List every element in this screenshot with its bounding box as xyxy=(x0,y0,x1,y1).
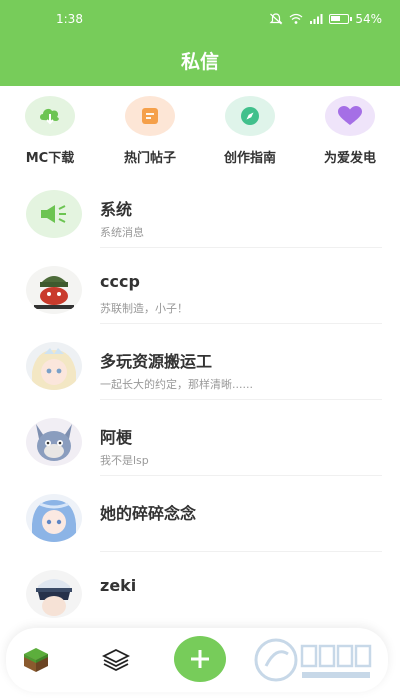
contact-name: cccp xyxy=(100,272,140,291)
message-preview: 我不是lsp xyxy=(100,454,149,467)
status-time: 1:38 xyxy=(56,12,83,26)
shortcut-hot-posts[interactable]: 热门帖子 xyxy=(110,96,190,166)
contact-name: 阿梗 xyxy=(100,428,133,447)
watermark-logo xyxy=(254,638,372,682)
mute-icon xyxy=(269,13,283,25)
shortcut-creation-guide[interactable]: 创作指南 xyxy=(210,96,290,166)
add-button[interactable] xyxy=(174,636,226,682)
shortcut-donate[interactable]: 为爱发电 xyxy=(310,96,390,166)
contact-name: zeki xyxy=(100,576,137,595)
cloud-download-icon xyxy=(25,96,75,136)
message-preview: 系统消息 xyxy=(100,226,144,239)
grass-block-icon[interactable] xyxy=(18,642,54,678)
list-item[interactable]: 阿梗 我不是lsp xyxy=(0,400,400,476)
message-list: 系统 系统消息 cccp 苏联制造，小子！ 多玩资源搬运工 一起长大的约定，那样… xyxy=(0,172,400,628)
list-item[interactable]: cccp 苏联制造，小子！ xyxy=(0,248,400,324)
avatar xyxy=(26,266,82,314)
shortcut-label: 热门帖子 xyxy=(123,151,176,166)
heart-icon xyxy=(325,96,375,136)
list-item[interactable]: zeki xyxy=(0,552,400,628)
speaker-icon xyxy=(26,190,82,238)
shortcut-mc-download[interactable]: MC下载 xyxy=(10,96,90,166)
list-item[interactable]: 多玩资源搬运工 一起长大的约定，那样清晰...... xyxy=(0,324,400,400)
shortcut-row: MC下载 热门帖子 创作指南 为爱发电 xyxy=(0,96,400,170)
shortcut-label: MC下载 xyxy=(25,151,75,166)
layers-icon[interactable] xyxy=(98,642,134,678)
wifi-icon xyxy=(289,13,303,24)
plus-icon xyxy=(191,650,209,668)
signal-icon xyxy=(310,14,323,24)
shortcut-label: 创作指南 xyxy=(223,151,276,166)
avatar xyxy=(26,570,82,618)
compass-icon xyxy=(225,96,275,136)
status-bar: 1:38 54% xyxy=(0,10,400,30)
note-icon xyxy=(125,96,175,136)
contact-name: 她的碎碎念念 xyxy=(100,504,197,523)
avatar xyxy=(26,342,82,390)
avatar xyxy=(26,494,82,542)
bottom-nav xyxy=(6,628,388,692)
header: 1:38 54% 私信 xyxy=(0,0,400,86)
list-item[interactable]: 系统 系统消息 xyxy=(0,172,400,248)
contact-name: 多玩资源搬运工 xyxy=(100,352,213,371)
list-item[interactable]: 她的碎碎念念 xyxy=(0,476,400,552)
message-preview: 苏联制造，小子！ xyxy=(100,302,188,315)
shortcut-label: 为爱发电 xyxy=(323,151,376,166)
avatar xyxy=(26,418,82,466)
battery-percent: 54% xyxy=(355,12,382,26)
status-icons: 54% xyxy=(269,12,382,26)
contact-name: 系统 xyxy=(100,200,133,219)
message-preview: 一起长大的约定，那样清晰...... xyxy=(100,378,253,391)
page-title: 私信 xyxy=(180,51,219,73)
battery-icon xyxy=(329,14,353,24)
